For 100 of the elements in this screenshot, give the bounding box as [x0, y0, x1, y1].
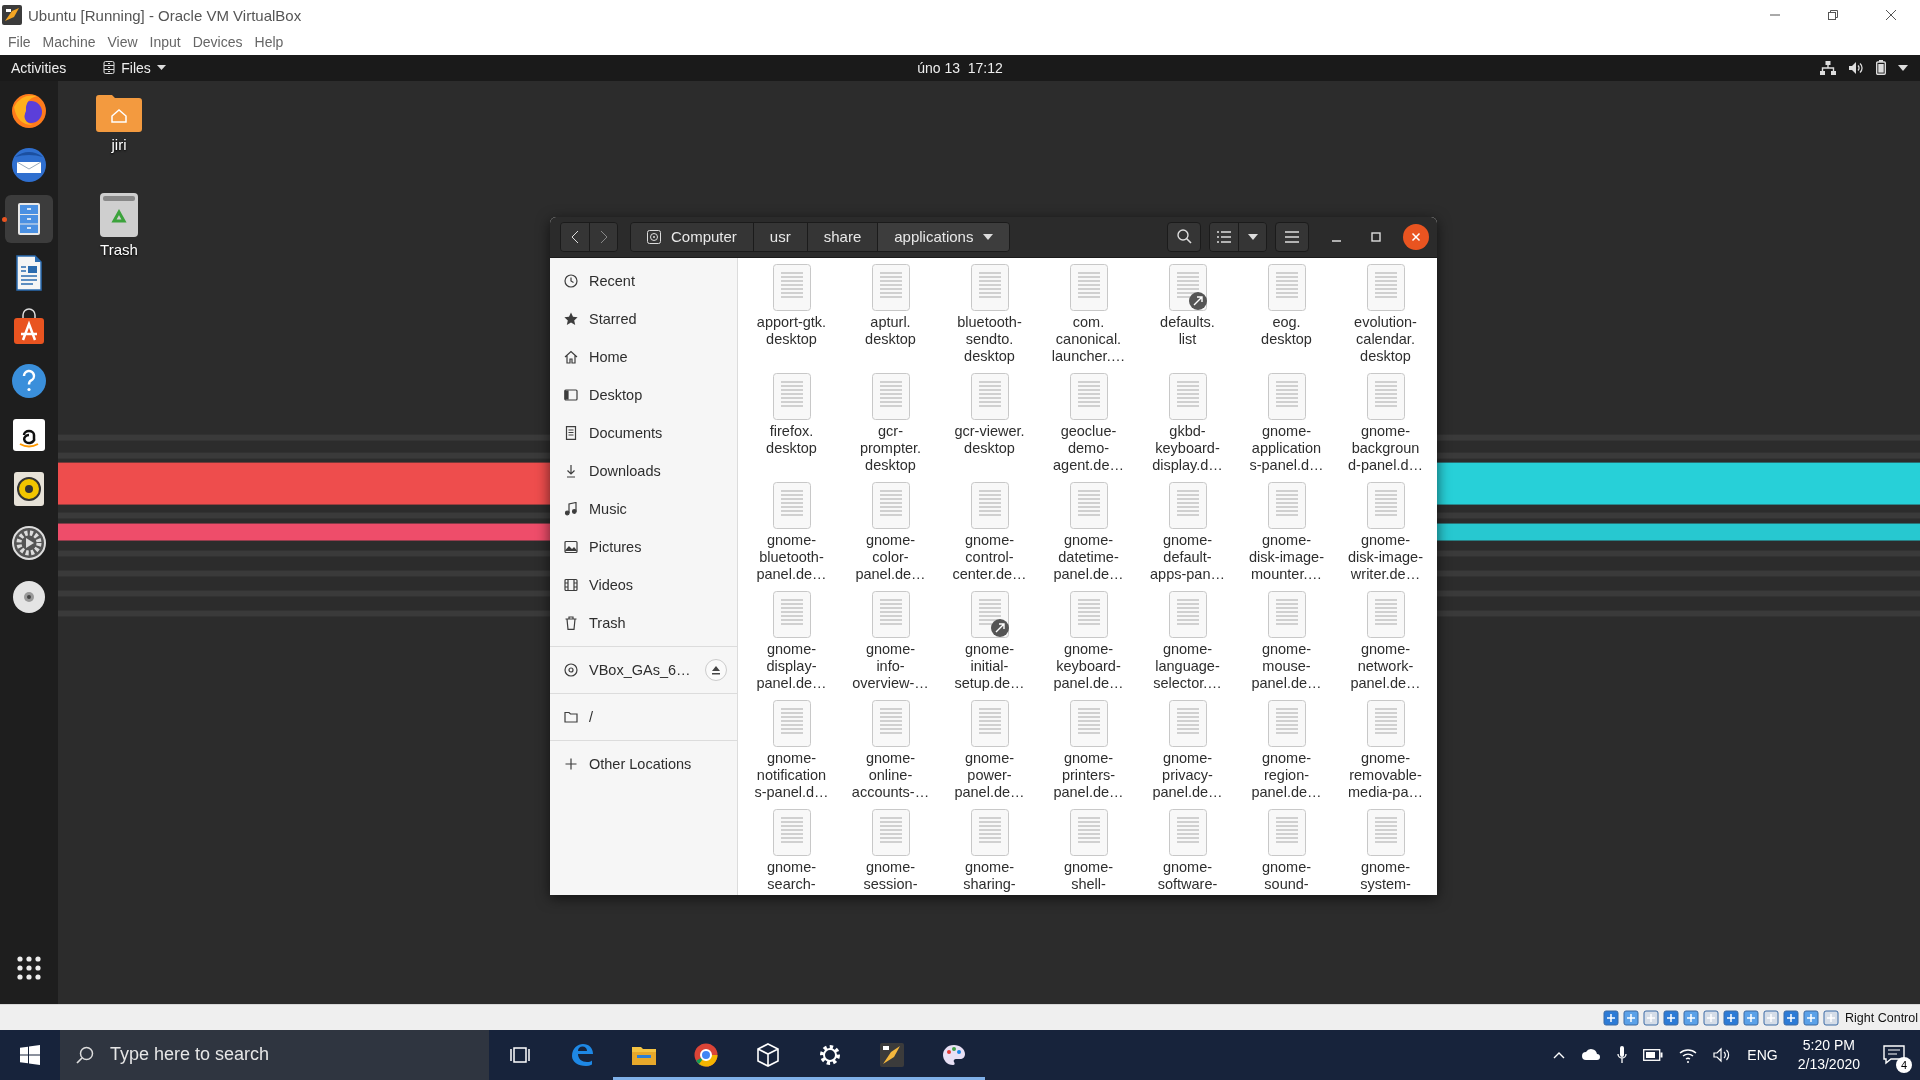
- document-entry[interactable]: bluetooth- sendto. desktop: [940, 262, 1039, 372]
- eject-button[interactable]: [705, 658, 727, 681]
- document-entry[interactable]: gnome- session-: [841, 807, 940, 895]
- document-entry[interactable]: gnome- keyboard- panel.de…: [1039, 589, 1138, 699]
- document-entry[interactable]: evolution- calendar. desktop: [1336, 262, 1435, 372]
- document-entry[interactable]: gnome- language- selector.…: [1138, 589, 1237, 699]
- document-entry[interactable]: gnome- online- accounts-…: [841, 698, 940, 808]
- device-status-icon[interactable]: [1823, 1009, 1840, 1026]
- document-entry[interactable]: gcr-viewer. desktop: [940, 371, 1039, 481]
- search-button[interactable]: [1167, 221, 1201, 252]
- device-status-icon[interactable]: [1663, 1009, 1680, 1026]
- view-options-button[interactable]: [1238, 222, 1266, 251]
- document-entry[interactable]: gnome- datetime- panel.de…: [1039, 480, 1138, 590]
- document-entry[interactable]: gnome- info- overview-…: [841, 589, 940, 699]
- document-entry[interactable]: defaults. list: [1138, 262, 1237, 372]
- document-entry[interactable]: gnome- region- panel.de…: [1237, 698, 1336, 808]
- document-entry[interactable]: gnome- backgroun d-panel.d…: [1336, 371, 1435, 481]
- sidebar-item[interactable]: Trash: [550, 603, 727, 642]
- microphone-icon[interactable]: [1617, 1046, 1628, 1064]
- document-entry[interactable]: eog. desktop: [1237, 262, 1336, 372]
- document-entry[interactable]: gnome- notification s-panel.d…: [742, 698, 841, 808]
- path-button[interactable]: usr: [752, 222, 807, 251]
- document-entry[interactable]: gcr- prompter. desktop: [841, 371, 940, 481]
- close-icon: [1411, 231, 1421, 242]
- sidebar-item[interactable]: Videos: [550, 565, 727, 604]
- sidebar-item[interactable]: Documents: [550, 413, 727, 452]
- device-status-icon[interactable]: [1783, 1009, 1800, 1026]
- document-entry[interactable]: gnome- system-: [1336, 807, 1435, 895]
- sidebar-item[interactable]: Recent: [550, 261, 727, 300]
- sidebar-item[interactable]: Starred: [550, 299, 727, 338]
- sidebar-item[interactable]: VBox_GAs_6…: [550, 650, 705, 689]
- document-entry[interactable]: gnome- privacy- panel.de…: [1138, 698, 1237, 808]
- document-entry[interactable]: gnome- initial- setup.de…: [940, 589, 1039, 699]
- path-button[interactable]: applications: [877, 222, 1010, 251]
- battery-icon[interactable]: [1643, 1049, 1664, 1061]
- document-entry[interactable]: gnome- control- center.de…: [940, 480, 1039, 590]
- document-entry[interactable]: apturl. desktop: [841, 262, 940, 372]
- sidebar-item[interactable]: Music: [550, 489, 727, 528]
- document-entry[interactable]: gnome- color- panel.de…: [841, 480, 940, 590]
- document-entry[interactable]: gnome- sound-: [1237, 807, 1336, 895]
- device-status-icon[interactable]: [1683, 1009, 1700, 1026]
- menu-button[interactable]: [1275, 221, 1309, 252]
- clock[interactable]: 5:20 PM 2/13/2020: [1797, 1037, 1860, 1073]
- path-button[interactable]: share: [806, 222, 878, 251]
- document-entry[interactable]: gnome- printers- panel.de…: [1039, 698, 1138, 808]
- sidebar-item[interactable]: Downloads: [550, 451, 727, 490]
- document-entry[interactable]: com. canonical. launcher.…: [1039, 262, 1138, 372]
- path-button[interactable]: Computer: [631, 222, 753, 251]
- notifications-button[interactable]: 4: [1876, 1037, 1912, 1073]
- device-status-icon[interactable]: [1723, 1009, 1740, 1026]
- volume-icon[interactable]: [1713, 1047, 1732, 1063]
- menu-item[interactable]: Devices: [186, 31, 249, 54]
- document-entry[interactable]: gnome- software-: [1138, 807, 1237, 895]
- sidebar-item[interactable]: Pictures: [550, 527, 727, 566]
- document-entry[interactable]: gnome- disk-image- mounter.…: [1237, 480, 1336, 590]
- document-entry[interactable]: apport-gtk. desktop: [742, 262, 841, 372]
- chevron-up-icon[interactable]: [1553, 1051, 1566, 1059]
- sidebar-item[interactable]: Home: [550, 337, 727, 376]
- device-status-icon[interactable]: [1743, 1009, 1760, 1026]
- document-entry[interactable]: gnome- shell-: [1039, 807, 1138, 895]
- document-entry[interactable]: gnome- network- panel.de…: [1336, 589, 1435, 699]
- menu-item[interactable]: View: [101, 31, 144, 54]
- menu-item[interactable]: Machine: [36, 31, 102, 54]
- search-field[interactable]: Type here to search: [60, 1030, 489, 1080]
- device-status-icon[interactable]: [1763, 1009, 1780, 1026]
- document-entry[interactable]: gnome- default- apps-pan…: [1138, 480, 1237, 590]
- close-button[interactable]: [1403, 223, 1429, 250]
- cloud-icon[interactable]: [1581, 1048, 1602, 1062]
- activities-button[interactable]: Activities: [0, 54, 78, 81]
- document-entry[interactable]: gnome- search-: [742, 807, 841, 895]
- search-input[interactable]: Type here to search: [108, 1043, 432, 1067]
- document-entry[interactable]: gnome- sharing-: [940, 807, 1039, 895]
- device-status-icon[interactable]: [1623, 1009, 1640, 1026]
- device-status-icon[interactable]: [1603, 1009, 1620, 1026]
- document-entry[interactable]: gnome- application s-panel.d…: [1237, 371, 1336, 481]
- sidebar-item[interactable]: Desktop: [550, 375, 727, 414]
- caret-icon: [1898, 64, 1908, 71]
- clock[interactable]: úno 13 17:12: [906, 54, 1014, 81]
- menu-item[interactable]: Help: [248, 31, 290, 54]
- document-entry[interactable]: gnome- disk-image- writer.de…: [1336, 480, 1435, 590]
- document-entry[interactable]: gnome- bluetooth- panel.de…: [742, 480, 841, 590]
- app-menu[interactable]: Files: [92, 54, 177, 81]
- document-entry[interactable]: gnome- mouse- panel.de…: [1237, 589, 1336, 699]
- menu-item[interactable]: File: [2, 31, 37, 54]
- list-view-button[interactable]: [1210, 222, 1238, 251]
- document-entry[interactable]: gnome- removable- media-pa…: [1336, 698, 1435, 808]
- document-entry[interactable]: gnome- display- panel.de…: [742, 589, 841, 699]
- language-indicator[interactable]: ENG: [1747, 1047, 1778, 1063]
- document-entry[interactable]: firefox. desktop: [742, 371, 841, 481]
- document-entry[interactable]: gkbd- keyboard- display.d…: [1138, 371, 1237, 481]
- wifi-icon[interactable]: [1679, 1047, 1698, 1063]
- sidebar-item[interactable]: /: [550, 697, 727, 736]
- document-entry[interactable]: geoclue- demo- agent.de…: [1039, 371, 1138, 481]
- document-entry[interactable]: gnome- power- panel.de…: [940, 698, 1039, 808]
- dock-item[interactable]: [5, 194, 53, 243]
- menu-item[interactable]: Input: [143, 31, 187, 54]
- device-status-icon[interactable]: [1703, 1009, 1720, 1026]
- device-status-icon[interactable]: [1803, 1009, 1820, 1026]
- sidebar-item[interactable]: Other Locations: [550, 744, 727, 783]
- device-status-icon[interactable]: [1643, 1009, 1660, 1026]
